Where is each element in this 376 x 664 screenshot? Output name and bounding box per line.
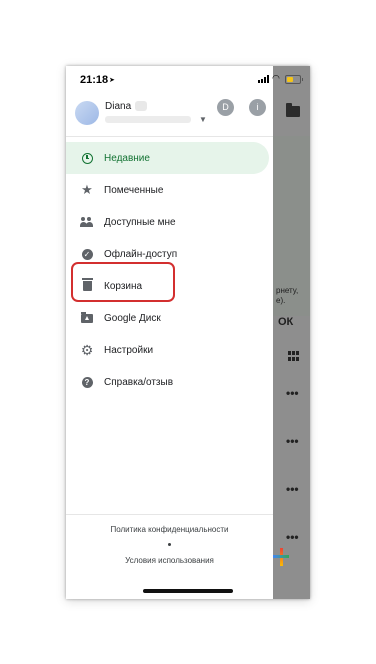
background-partial-text: рнету, е). (276, 286, 299, 305)
menu-item-starred[interactable]: ★ Помеченные (66, 174, 273, 206)
more-options-icon: ••• (286, 434, 299, 448)
help-icon: ? (80, 375, 94, 389)
account-name: Diana (105, 101, 132, 112)
redacted-email (105, 116, 191, 123)
menu-item-label: Помеченные (104, 184, 164, 196)
clock-icon (80, 151, 94, 165)
trash-highlight-annotation (71, 262, 175, 302)
cellular-signal-icon (258, 75, 270, 83)
menu-item-label: Настройки (104, 344, 154, 356)
footer-separator-dot (168, 543, 171, 546)
menu-item-label: Google Диск (104, 312, 161, 324)
terms-of-use-link[interactable]: Условия использования (66, 556, 273, 565)
navigation-drawer: 21:18 ➤ Diana ▼ D i Недавние ★ Помеченны… (66, 66, 273, 599)
battery-icon (285, 75, 303, 84)
people-icon (80, 215, 94, 229)
account-switch-avatar[interactable]: i (249, 99, 266, 116)
folder-icon (286, 103, 300, 117)
account-header[interactable]: Diana ▼ D i (66, 90, 273, 137)
redacted-surname (135, 101, 147, 111)
menu-item-help[interactable]: ? Справка/отзыв (66, 366, 273, 398)
gear-icon: ⚙ (80, 342, 94, 358)
wifi-icon: ◠ (272, 73, 280, 83)
menu-item-google-drive[interactable]: Google Диск (66, 302, 273, 334)
more-options-icon: ••• (286, 386, 299, 400)
background-ok-button: ОК (278, 316, 294, 328)
add-fab-icon (271, 546, 293, 568)
location-arrow-icon: ➤ (109, 77, 115, 84)
battery-level (287, 77, 293, 82)
footer-divider (66, 514, 273, 515)
phone-screen: рнету, е). ОК ••• ••• ••• ••• 21:18 ➤ Di… (66, 66, 310, 599)
background-app-scrim[interactable]: рнету, е). ОК ••• ••• ••• ••• (273, 66, 310, 599)
privacy-policy-link[interactable]: Политика конфиденциальности (66, 525, 273, 534)
menu-item-label: Справка/отзыв (104, 376, 174, 388)
more-options-icon: ••• (286, 482, 299, 496)
drive-folder-icon (80, 311, 94, 325)
more-options-icon: ••• (286, 530, 299, 544)
status-time: 21:18 (80, 74, 109, 86)
avatar[interactable] (75, 101, 99, 125)
chevron-down-icon[interactable]: ▼ (199, 115, 207, 124)
menu-item-label: Недавние (104, 152, 150, 164)
menu-item-label: Доступные мне (104, 216, 176, 228)
menu-item-label: Офлайн-доступ (104, 248, 178, 260)
menu-item-recent[interactable]: Недавние (66, 142, 269, 174)
home-indicator[interactable] (143, 589, 233, 593)
star-icon: ★ (81, 182, 93, 197)
offline-icon: ✓ (80, 247, 94, 261)
menu-item-shared[interactable]: Доступные мне (66, 206, 273, 238)
grid-view-icon (288, 351, 300, 361)
menu-item-settings[interactable]: ⚙ Настройки (66, 334, 273, 366)
account-switch-avatar[interactable]: D (217, 99, 234, 116)
